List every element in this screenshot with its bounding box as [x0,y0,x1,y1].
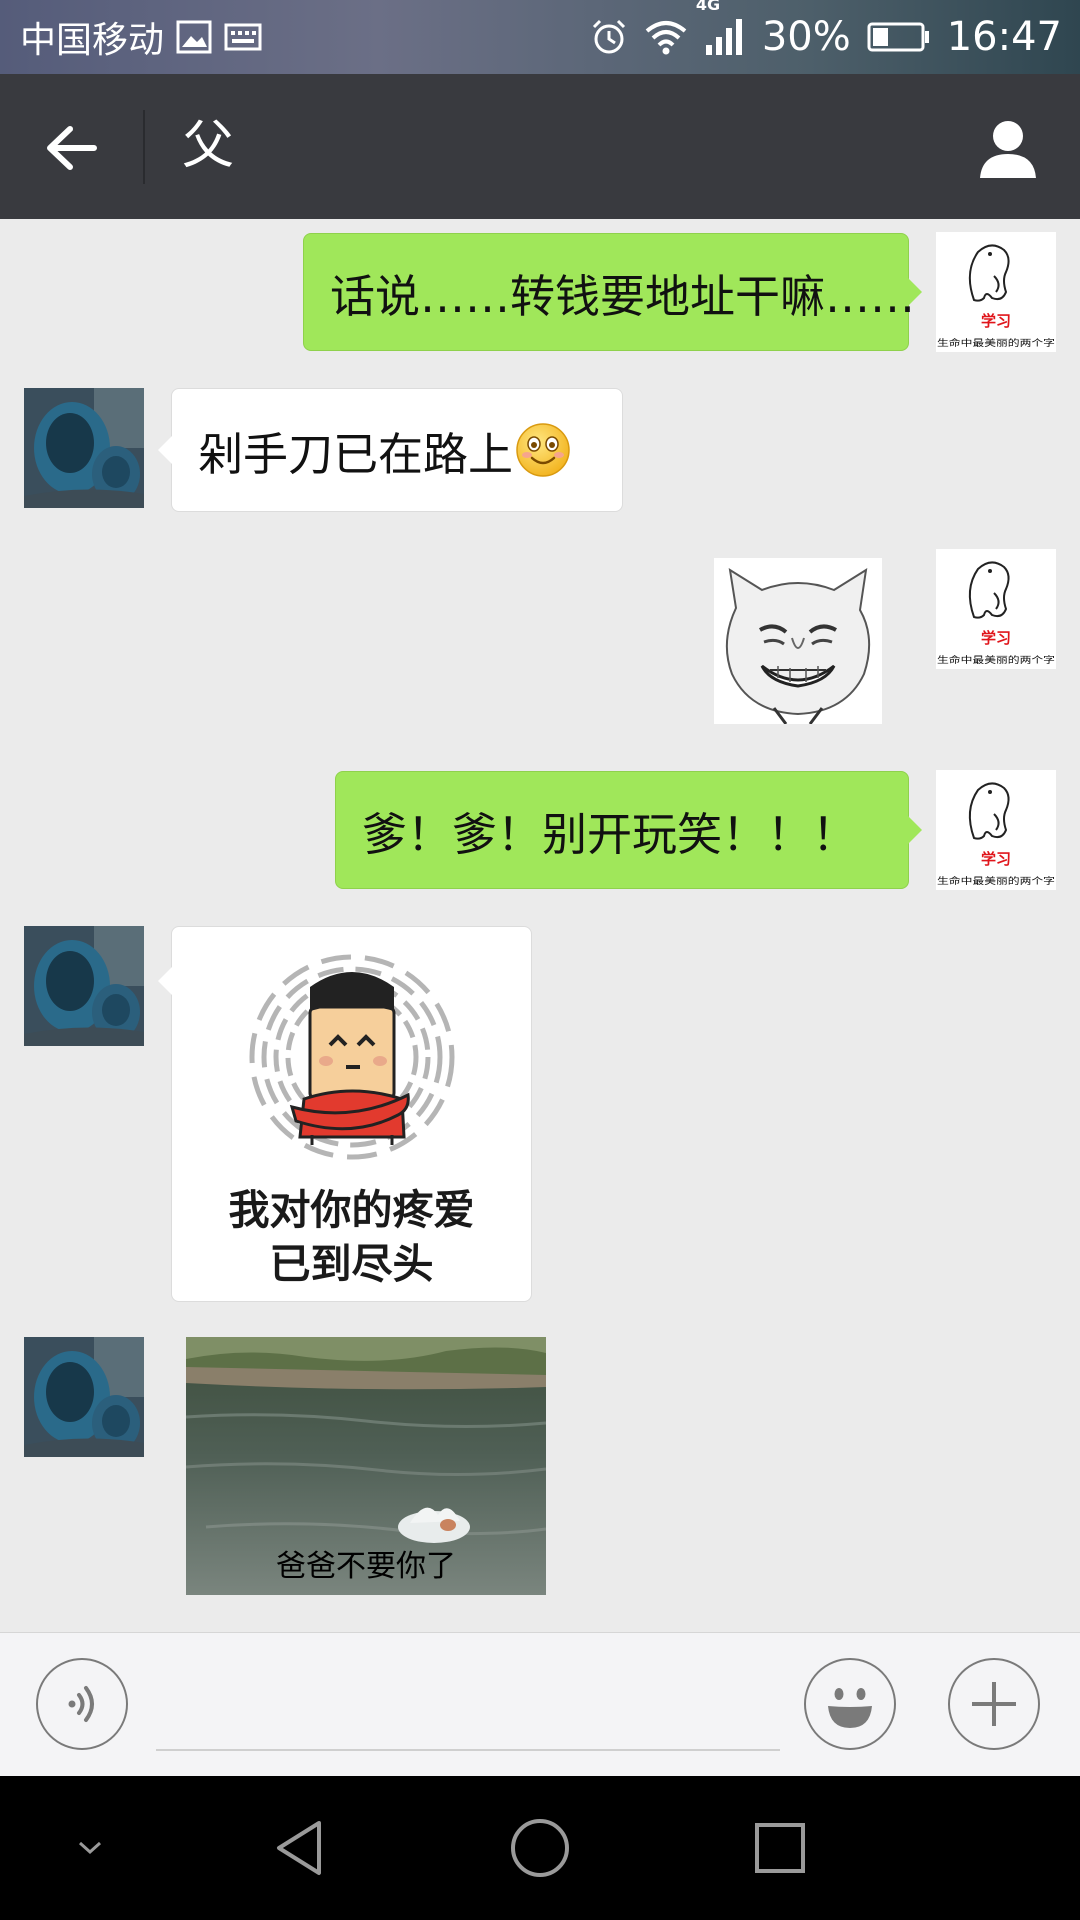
message-text: 剁手刀已在路上 [198,427,514,481]
sticker-caption-line-1: 我对你的疼爱 [228,1186,475,1234]
battery-icon [867,21,931,53]
message-input-bar [0,1632,1080,1777]
nav-back-button[interactable] [250,1798,350,1898]
chat-title-bar: 父 [0,74,1080,219]
wifi-icon [644,19,688,55]
grinning-cat-face-sticker[interactable] [714,558,882,725]
back-arrow-icon [47,126,97,170]
circle-home-icon [511,1819,569,1877]
carrier-name: 中国移动 [20,20,165,61]
nav-home-button[interactable] [490,1798,590,1898]
square-recents-icon [755,1823,805,1873]
chevron-down-icon [78,1841,102,1855]
sticker-caption-line-2: 已到尽头 [269,1240,434,1288]
status-bar: 中国移动 4G 30% 16:47 [0,0,1080,74]
river-gif-image-message[interactable]: 爸爸不要你了 [186,1337,546,1595]
my-avatar[interactable]: 学习 生命中最美丽的两个字 [936,232,1056,352]
plus-icon [972,1682,1016,1726]
doodle-creature-avatar-image: 学习 生命中最美丽的两个字 [937,244,1055,349]
message-text: 爹！爹！别开玩笑！！！ [362,807,858,861]
message-input[interactable] [156,1663,784,1745]
battery-percentage: 30% [761,14,851,60]
title-divider [143,110,145,184]
father-avatar[interactable] [24,1337,144,1457]
doodle-creature-avatar-image: 学习 生命中最美丽的两个字 [937,782,1055,887]
blue-bowl-avatar-image [24,926,144,1046]
outgoing-text-message[interactable]: 话说……转钱要地址干嘛…… [303,233,922,351]
father-avatar[interactable] [24,926,144,1046]
doodle-creature-avatar-image: 学习 生命中最美丽的两个字 [937,561,1055,666]
input-underline [156,1749,780,1751]
status-bar-right: 4G 30% 16:47 [590,0,1062,74]
back-button[interactable] [30,106,114,190]
my-avatar[interactable]: 学习 生命中最美丽的两个字 [936,549,1056,669]
avatar-subtitle: 生命中最美丽的两个字 [937,875,1055,887]
nav-recents-button[interactable] [730,1798,830,1898]
my-avatar[interactable]: 学习 生命中最美丽的两个字 [936,770,1056,890]
system-navigation-bar [0,1776,1080,1920]
incoming-text-message[interactable]: 剁手刀已在路上 [158,388,623,512]
triangle-back-icon [277,1821,321,1875]
image-notification-icon [176,19,212,55]
smile-emoji-icon [515,422,571,478]
outgoing-text-message[interactable]: 爹！爹！别开玩笑！！！ [335,771,922,889]
message-text: 话说……转钱要地址干嘛…… [330,269,916,323]
avatar-title: 学习 [981,850,1011,868]
alarm-icon [590,18,628,56]
emoji-button[interactable] [804,1658,896,1750]
cellular-signal-icon: 4G [696,0,746,57]
person-icon [980,121,1036,178]
network-type-label: 4G [695,0,721,14]
more-options-button[interactable] [948,1658,1040,1750]
status-bar-left: 中国移动 [20,0,262,74]
avatar-title: 学习 [981,629,1011,647]
clock-time: 16:47 [946,14,1062,60]
voice-icon [68,1686,94,1722]
voice-input-button[interactable] [36,1658,128,1750]
cartoon-crossed-arms-sticker[interactable]: 我对你的疼爱 已到尽头 [158,926,532,1302]
avatar-subtitle: 生命中最美丽的两个字 [937,337,1055,349]
avatar-subtitle: 生命中最美丽的两个字 [937,654,1055,666]
chat-title: 父 [182,116,235,176]
image-caption: 爸爸不要你了 [276,1549,456,1584]
blue-bowl-avatar-image [24,388,144,508]
hide-keyboard-button[interactable] [40,1798,140,1898]
blue-bowl-avatar-image [24,1337,144,1457]
avatar-title: 学习 [981,312,1011,330]
smiley-face-icon [828,1688,872,1728]
chat-info-button[interactable] [966,106,1050,190]
keyboard-notification-icon [224,22,262,52]
father-avatar[interactable] [24,388,144,508]
